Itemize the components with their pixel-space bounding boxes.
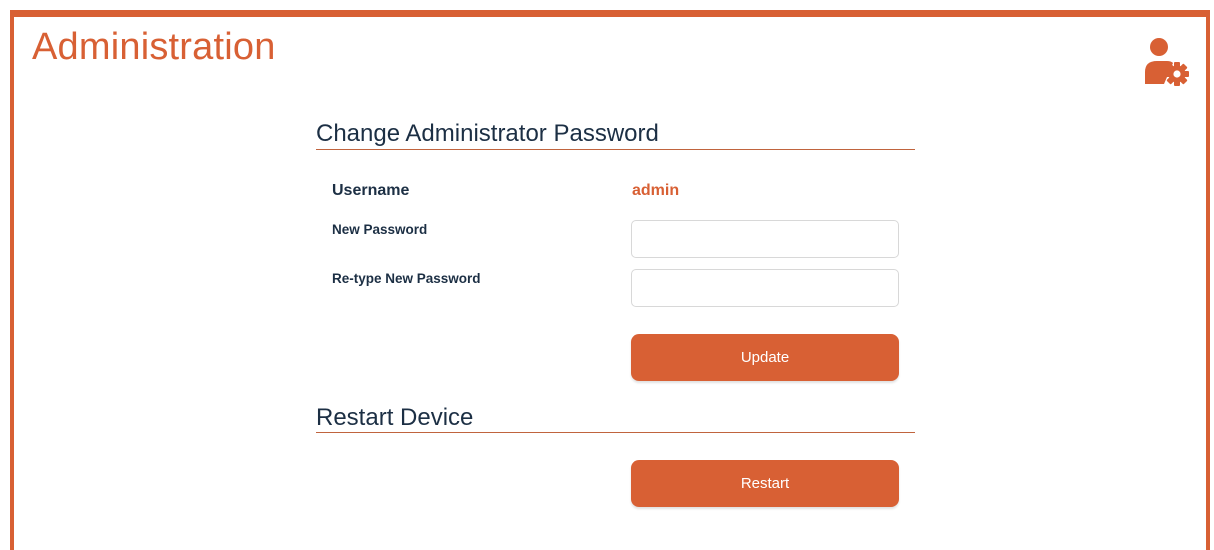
change-password-divider bbox=[316, 149, 915, 150]
admin-panel-frame bbox=[10, 10, 1210, 550]
restart-section-title: Restart Device bbox=[316, 404, 474, 431]
new-password-input[interactable] bbox=[631, 220, 899, 258]
admin-user-gear-icon bbox=[1145, 38, 1189, 86]
username-value: admin bbox=[632, 182, 680, 199]
restart-divider bbox=[316, 432, 915, 433]
retype-password-label: Re-type New Password bbox=[332, 271, 481, 286]
username-label: Username bbox=[332, 182, 410, 199]
restart-button[interactable]: Restart bbox=[631, 460, 899, 507]
retype-password-input[interactable] bbox=[631, 269, 899, 307]
page-title: Administration bbox=[32, 26, 276, 68]
new-password-label: New Password bbox=[332, 222, 428, 237]
change-password-section-title: Change Administrator Password bbox=[316, 120, 659, 147]
update-button[interactable]: Update bbox=[631, 334, 899, 381]
